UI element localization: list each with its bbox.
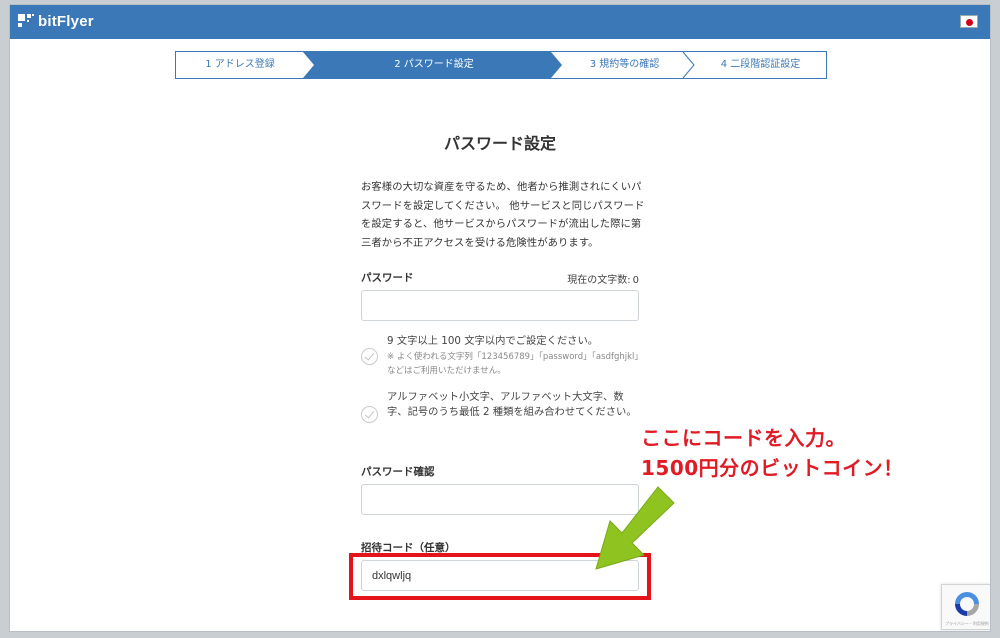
bitflyer-logo-icon — [18, 13, 34, 30]
step-4-two-factor: 4 二段階認証設定 — [720, 59, 801, 70]
recaptcha-icon — [955, 592, 979, 616]
rule-charset-text: アルファベット小文字、アルファベット大文字、数字、記号のうち最低 2 種類を組み… — [387, 391, 637, 418]
page-title: パスワード設定 — [443, 134, 556, 153]
password-label: パスワード — [361, 272, 414, 284]
recaptcha-badge[interactable]: プライバシー・利用規約 — [941, 584, 990, 630]
rule-length-text: 9 文字以上 100 文字以内でご設定ください。 — [387, 335, 599, 347]
registration-steps: 1 アドレス登録 2 パスワード設定 3 規約等の確認 4 二段階認証設定 — [175, 51, 827, 79]
rule-length-note: ※ よく使われる文字列「123456789」「password」「asdfghj… — [387, 352, 639, 376]
recaptcha-note: プライバシー・利用規約 — [945, 621, 989, 626]
brand-name: bitFlyer — [38, 13, 94, 30]
password-confirm-label: パスワード確認 — [361, 466, 435, 478]
pointer-arrow-icon — [595, 486, 675, 570]
annotation-callout: ここにコードを入力。 1500円分のビットコイン！ — [641, 423, 990, 483]
bitflyer-logo[interactable]: bitFlyer — [18, 13, 94, 30]
char-counter: 現在の文字数: 0 — [530, 271, 639, 286]
char-counter-label: 現在の文字数: — [567, 275, 631, 286]
annotation-line-1: ここにコードを入力。 — [641, 426, 846, 450]
annotation-line-2: 1500円分のビットコイン！ — [641, 456, 904, 480]
rule-length: 9 文字以上 100 文字以内でご設定ください。 ※ よく使われる文字列「123… — [361, 334, 641, 382]
step-2-password: 2 パスワード設定 — [394, 59, 474, 70]
app-window: bitFlyer 1 アドレス登録 2 パスワード設定 3 規約等の確認 4 二… — [9, 4, 991, 632]
char-counter-value: 0 — [632, 275, 639, 286]
step-3-terms: 3 規約等の確認 — [589, 59, 660, 70]
intro-text: お客様の大切な資産を守るため、他者から推測されにくいパスワードを設定してください… — [361, 181, 645, 249]
rule-length-check-icon — [361, 348, 378, 365]
step-1-address: 1 アドレス登録 — [205, 59, 275, 70]
top-bar: bitFlyer — [10, 5, 990, 39]
rule-charset-check-icon — [361, 406, 378, 423]
password-input[interactable] — [361, 290, 639, 321]
rule-charset: アルファベット小文字、アルファベット大文字、数字、記号のうち最低 2 種類を組み… — [361, 390, 641, 440]
japan-flag-icon[interactable] — [960, 15, 978, 28]
